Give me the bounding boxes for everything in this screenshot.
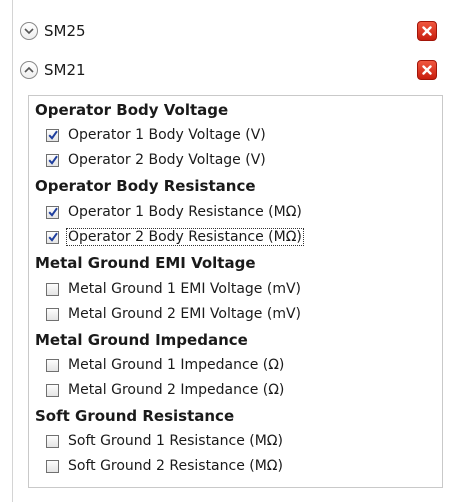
collapse-button[interactable]: [20, 61, 38, 79]
device-row-sm21: SM21: [20, 57, 450, 83]
checkbox[interactable]: [46, 383, 59, 397]
checkbox[interactable]: [46, 459, 59, 473]
checkmark-icon: [47, 232, 58, 242]
channel-panel: Operator Body Voltage Operator 1 Body Vo…: [28, 95, 443, 488]
checkbox[interactable]: [46, 128, 59, 142]
channel-label: Soft Ground 2 Resistance (MΩ): [68, 458, 283, 474]
channel-checkbox-row[interactable]: Operator 2 Body Voltage (V): [46, 150, 267, 170]
channel-checkbox-row[interactable]: Operator 2 Body Resistance (MΩ): [46, 227, 304, 247]
channel-checkbox-row[interactable]: Metal Ground 2 EMI Voltage (mV): [46, 304, 302, 324]
group-heading: Soft Ground Resistance: [35, 407, 235, 425]
channel-checkbox-row[interactable]: Operator 1 Body Voltage (V): [46, 125, 267, 145]
channel-checkbox-row[interactable]: Soft Ground 2 Resistance (MΩ): [46, 456, 284, 476]
channel-label: Operator 1 Body Resistance (MΩ): [68, 204, 302, 220]
channel-checkbox-row[interactable]: Metal Ground 1 Impedance (Ω): [46, 355, 285, 375]
checkmark-icon: [47, 207, 58, 217]
device-label: SM25: [44, 22, 86, 40]
device-label: SM21: [44, 61, 86, 79]
remove-device-button[interactable]: [417, 21, 437, 41]
group-heading: Metal Ground EMI Voltage: [35, 254, 256, 272]
channel-checkbox-row[interactable]: Soft Ground 1 Resistance (MΩ): [46, 431, 284, 451]
device-row-sm25: SM25: [20, 18, 450, 44]
chevron-down-icon: [24, 28, 34, 35]
checkbox[interactable]: [46, 434, 59, 448]
channel-label: Soft Ground 1 Resistance (MΩ): [68, 433, 283, 449]
expand-button[interactable]: [20, 22, 38, 40]
channel-label: Metal Ground 2 EMI Voltage (mV): [68, 306, 302, 322]
channel-label: Operator 2 Body Voltage (V): [68, 152, 266, 168]
channel-checkbox-row[interactable]: Operator 1 Body Resistance (MΩ): [46, 202, 303, 222]
checkbox[interactable]: [46, 282, 59, 296]
channel-checkbox-row[interactable]: Metal Ground 2 Impedance (Ω): [46, 380, 285, 400]
remove-device-button[interactable]: [417, 60, 437, 80]
checkbox[interactable]: [46, 153, 59, 167]
channel-label: Metal Ground 1 EMI Voltage (mV): [68, 281, 302, 297]
group-heading: Operator Body Resistance: [35, 177, 256, 195]
group-heading: Operator Body Voltage: [35, 101, 229, 119]
checkmark-icon: [47, 130, 58, 140]
checkmark-icon: [47, 155, 58, 165]
channel-label: Operator 1 Body Voltage (V): [68, 127, 266, 143]
close-icon: [422, 65, 432, 75]
checkbox[interactable]: [46, 205, 59, 219]
checkbox[interactable]: [46, 358, 59, 372]
group-heading: Metal Ground Impedance: [35, 331, 248, 349]
chevron-up-icon: [24, 66, 34, 73]
checkbox[interactable]: [46, 307, 59, 321]
channel-label: Metal Ground 1 Impedance (Ω): [68, 357, 285, 373]
channel-label: Operator 2 Body Resistance (MΩ): [66, 228, 304, 246]
checkbox[interactable]: [46, 230, 59, 244]
channel-checkbox-row[interactable]: Metal Ground 1 EMI Voltage (mV): [46, 279, 302, 299]
close-icon: [422, 26, 432, 36]
channel-label: Metal Ground 2 Impedance (Ω): [68, 382, 285, 398]
